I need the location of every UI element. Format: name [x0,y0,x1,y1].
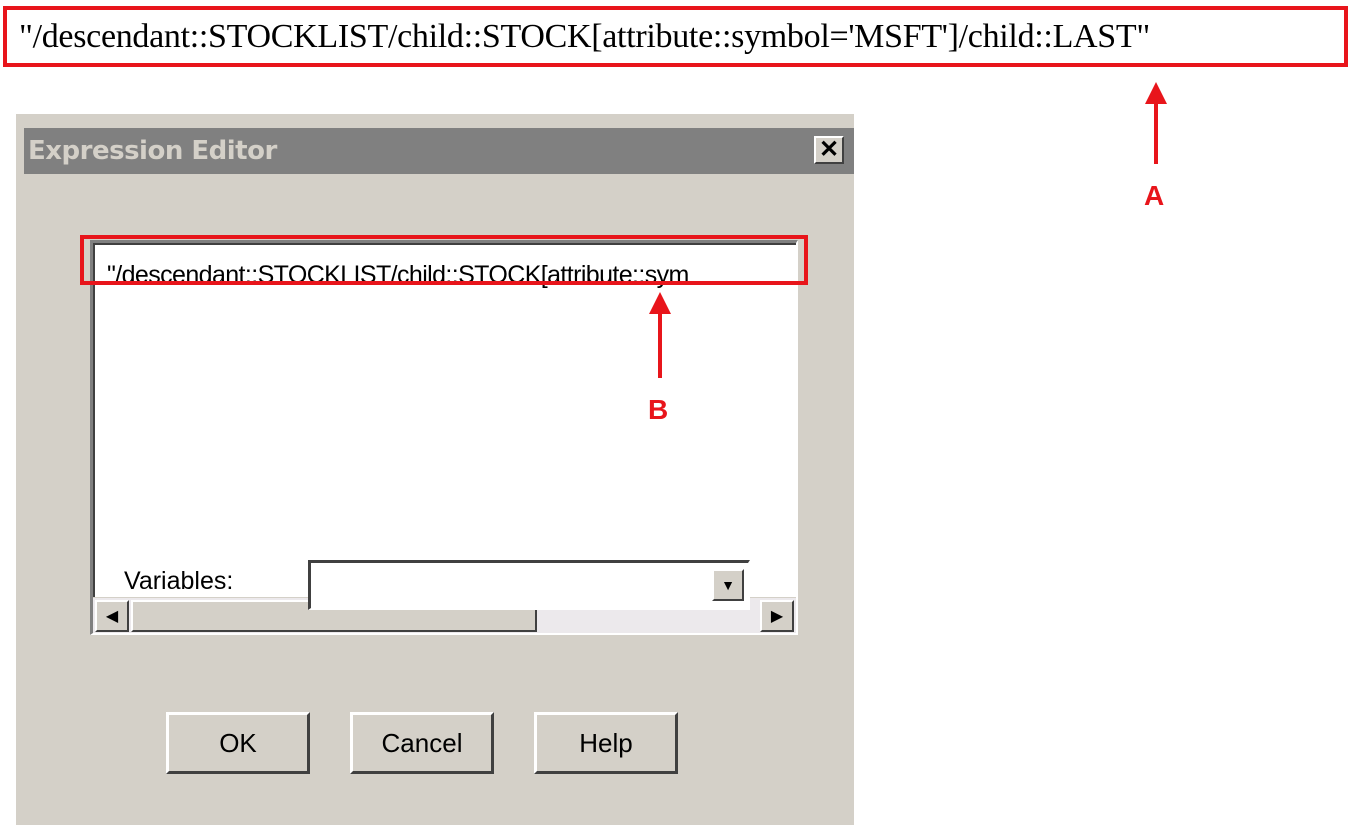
scroll-left-button[interactable]: ◀ [95,600,129,632]
chevron-down-icon: ▼ [721,577,735,593]
callout-b-box [80,235,808,285]
callout-b-arrow [649,292,671,378]
scroll-right-button[interactable]: ▶ [760,600,794,632]
callout-a-expression: "/descendant::STOCKLIST/child::STOCK[att… [19,17,1150,55]
arrow-head-icon [1145,82,1167,104]
callout-a-label: A [1144,180,1165,211]
variables-dropdown-button[interactable]: ▼ [712,569,744,601]
help-button[interactable]: Help [534,712,678,774]
dialog-title: Expression Editor [28,136,277,166]
arrow-left-icon: ◀ [105,608,119,625]
callout-b-label: B [648,394,669,425]
callout-a-arrow [1145,82,1167,164]
callout-a-box: "/descendant::STOCKLIST/child::STOCK[att… [3,6,1348,67]
variables-label: Variables: [124,567,234,595]
arrow-head-icon [649,292,671,314]
arrow-right-icon: ▶ [770,608,784,625]
ok-button[interactable]: OK [166,712,310,774]
expression-editor-dialog: Expression Editor ✕ "/descendant::STOCKL… [14,112,854,825]
close-button[interactable]: ✕ [814,136,844,164]
close-icon: ✕ [818,136,840,163]
cancel-button[interactable]: Cancel [350,712,494,774]
variables-select[interactable]: ▼ [308,560,750,610]
dialog-titlebar[interactable]: Expression Editor ✕ [24,128,854,174]
